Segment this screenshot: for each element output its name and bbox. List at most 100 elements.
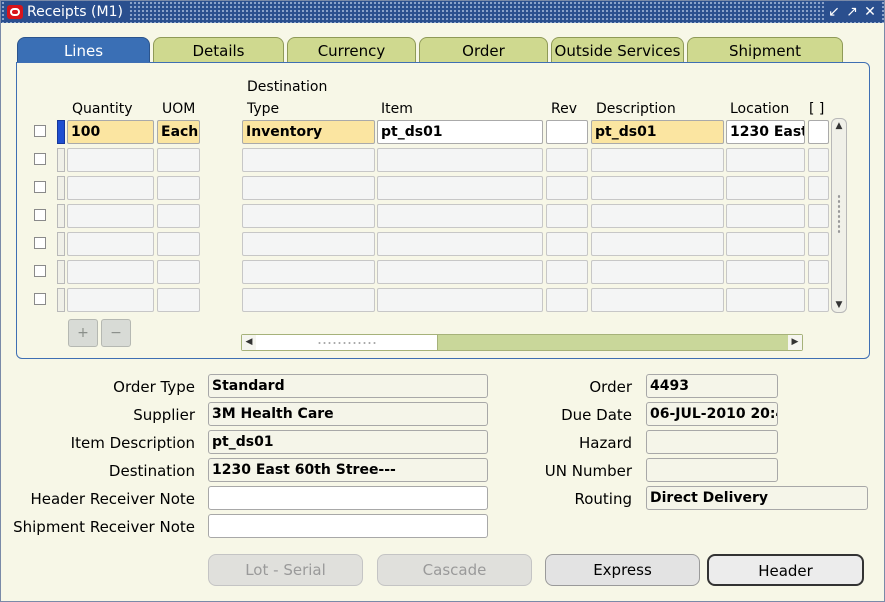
rev-field-empty[interactable]: [546, 176, 588, 200]
quantity-field-empty[interactable]: [67, 232, 154, 256]
row-selector[interactable]: [57, 260, 65, 284]
quantity-field[interactable]: 100: [67, 120, 154, 144]
scroll-right-icon[interactable]: ▶: [788, 335, 802, 350]
col-more-folder[interactable]: [ ]: [809, 101, 824, 117]
lines-horizontal-scrollbar[interactable]: ◀ ▶: [241, 334, 803, 351]
uom-field-empty[interactable]: [157, 204, 200, 228]
rev-field-empty[interactable]: [546, 260, 588, 284]
row-checkbox[interactable]: [34, 125, 46, 137]
row-selector[interactable]: [57, 232, 65, 256]
description-field-empty[interactable]: [591, 260, 724, 284]
lot-serial-button[interactable]: Lot - Serial: [208, 554, 363, 586]
due-date-field[interactable]: 06-JUL-2010 20:46: [646, 402, 778, 426]
destination-type-field-empty[interactable]: [242, 204, 375, 228]
scroll-up-icon[interactable]: ▲: [832, 121, 846, 131]
header-receiver-note-field[interactable]: [208, 486, 488, 510]
item-field-empty[interactable]: [377, 148, 543, 172]
express-button[interactable]: Express: [545, 554, 700, 586]
quantity-field-empty[interactable]: [67, 204, 154, 228]
description-field-empty[interactable]: [591, 204, 724, 228]
folder-field-empty[interactable]: [808, 260, 829, 284]
description-field-empty[interactable]: [591, 232, 724, 256]
folder-field-empty[interactable]: [808, 204, 829, 228]
item-field-empty[interactable]: [377, 176, 543, 200]
rev-field-empty[interactable]: [546, 148, 588, 172]
location-field-empty[interactable]: [726, 260, 805, 284]
lines-vertical-scrollbar[interactable]: ▲ ▼: [831, 118, 847, 313]
uom-field[interactable]: Each: [157, 120, 200, 144]
order-field[interactable]: 4493: [646, 374, 778, 398]
tab-details[interactable]: Details: [153, 37, 284, 63]
row-checkbox[interactable]: [34, 237, 46, 249]
row-selector[interactable]: [57, 204, 65, 228]
supplier-field[interactable]: 3M Health Care: [208, 402, 488, 426]
row-checkbox[interactable]: [34, 265, 46, 277]
add-row-button[interactable]: +: [68, 319, 98, 347]
uom-field-empty[interactable]: [157, 260, 200, 284]
folder-field-empty[interactable]: [808, 232, 829, 256]
uom-field-empty[interactable]: [157, 176, 200, 200]
item-field-empty[interactable]: [377, 260, 543, 284]
quantity-field-empty[interactable]: [67, 176, 154, 200]
location-field-empty[interactable]: [726, 288, 805, 312]
location-field[interactable]: 1230 East 6: [726, 120, 805, 144]
rev-field[interactable]: [546, 120, 588, 144]
row-selector-current[interactable]: [57, 120, 65, 144]
folder-field-empty[interactable]: [808, 176, 829, 200]
row-checkbox[interactable]: [34, 181, 46, 193]
cascade-button[interactable]: Cascade: [377, 554, 532, 586]
destination-type-field-empty[interactable]: [242, 260, 375, 284]
row-checkbox[interactable]: [34, 209, 46, 221]
description-field[interactable]: pt_ds01: [591, 120, 724, 144]
scroll-thumb[interactable]: [256, 335, 438, 350]
item-field-empty[interactable]: [377, 232, 543, 256]
folder-field[interactable]: [808, 120, 829, 144]
quantity-field-empty[interactable]: [67, 260, 154, 284]
tab-outside-services[interactable]: Outside Services: [551, 37, 684, 63]
destination-type-field-empty[interactable]: [242, 148, 375, 172]
destination-type-field-empty[interactable]: [242, 232, 375, 256]
destination-field[interactable]: 1230 East 60th Stree---: [208, 458, 488, 482]
item-field-empty[interactable]: [377, 288, 543, 312]
location-field-empty[interactable]: [726, 176, 805, 200]
order-type-field[interactable]: Standard: [208, 374, 488, 398]
tab-shipment-information[interactable]: Shipment Information: [687, 37, 843, 86]
item-field[interactable]: pt_ds01: [377, 120, 543, 144]
rev-field-empty[interactable]: [546, 288, 588, 312]
destination-type-field-empty[interactable]: [242, 288, 375, 312]
minimize-icon[interactable]: ↙: [828, 2, 840, 22]
shipment-receiver-note-field[interactable]: [208, 514, 488, 538]
location-field-empty[interactable]: [726, 148, 805, 172]
un-number-field[interactable]: [646, 458, 778, 482]
row-selector[interactable]: [57, 148, 65, 172]
remove-row-button[interactable]: −: [101, 319, 131, 347]
quantity-field-empty[interactable]: [67, 148, 154, 172]
location-field-empty[interactable]: [726, 204, 805, 228]
rev-field-empty[interactable]: [546, 232, 588, 256]
description-field-empty[interactable]: [591, 288, 724, 312]
rev-field-empty[interactable]: [546, 204, 588, 228]
uom-field-empty[interactable]: [157, 232, 200, 256]
hazard-field[interactable]: [646, 430, 778, 454]
tab-currency[interactable]: Currency: [287, 37, 416, 63]
routing-field[interactable]: Direct Delivery: [646, 486, 868, 510]
row-selector[interactable]: [57, 176, 65, 200]
row-selector[interactable]: [57, 288, 65, 312]
destination-type-field-empty[interactable]: [242, 176, 375, 200]
description-field-empty[interactable]: [591, 148, 724, 172]
row-checkbox[interactable]: [34, 153, 46, 165]
tab-lines[interactable]: Lines: [17, 37, 150, 63]
quantity-field-empty[interactable]: [67, 288, 154, 312]
row-checkbox[interactable]: [34, 293, 46, 305]
description-field-empty[interactable]: [591, 176, 724, 200]
tab-order-information[interactable]: Order Information: [419, 37, 548, 86]
uom-field-empty[interactable]: [157, 148, 200, 172]
folder-field-empty[interactable]: [808, 288, 829, 312]
scroll-left-icon[interactable]: ◀: [242, 335, 256, 350]
location-field-empty[interactable]: [726, 232, 805, 256]
item-field-empty[interactable]: [377, 204, 543, 228]
close-icon[interactable]: ✕: [864, 2, 876, 22]
item-description-field[interactable]: pt_ds01: [208, 430, 488, 454]
uom-field-empty[interactable]: [157, 288, 200, 312]
header-button[interactable]: Header: [707, 554, 864, 586]
